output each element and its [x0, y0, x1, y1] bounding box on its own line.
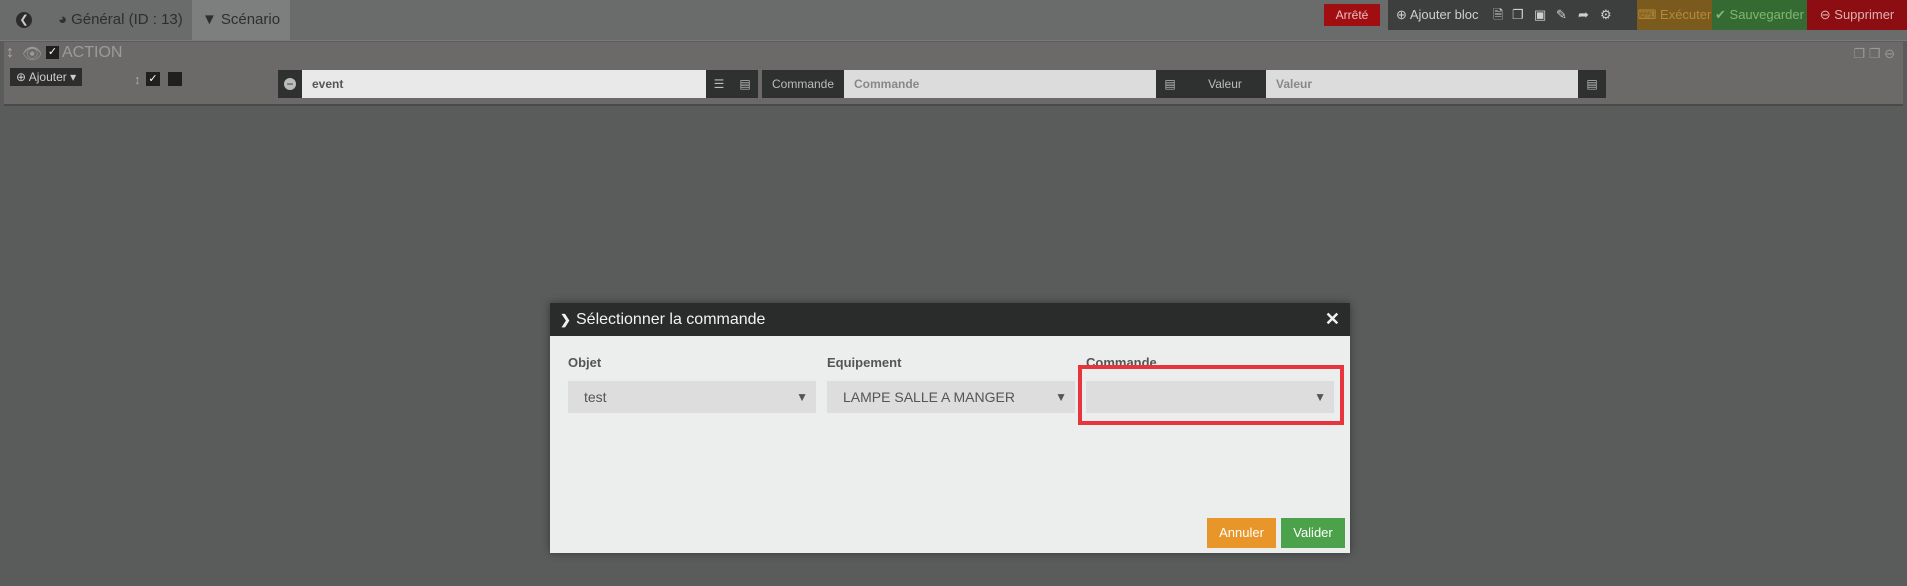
- caret-down-icon: ▼: [796, 390, 808, 404]
- add-block-button[interactable]: ⊕ Ajouter bloc: [1396, 0, 1478, 30]
- commande-label: Commande: [762, 70, 844, 98]
- plus-circle-icon: ⊕: [16, 70, 27, 84]
- objet-value: test: [584, 389, 607, 405]
- add-dropdown[interactable]: ⊕ Ajouter ▾: [10, 68, 82, 86]
- list-check-icon[interactable]: ☰: [706, 70, 732, 98]
- sub-option-checkbox[interactable]: [168, 72, 182, 86]
- check-circle-icon: ✔: [1715, 7, 1726, 22]
- equipement-select[interactable]: LAMPE SALLE A MANGER ▼: [827, 381, 1075, 413]
- plus-circle-icon: ⊕: [1396, 7, 1407, 22]
- select-value-icon[interactable]: ▤: [1578, 70, 1606, 98]
- block-tools: ❐ ❐ ⊖: [1854, 46, 1895, 62]
- edit-icon[interactable]: ✎: [1556, 0, 1567, 30]
- copy-icon[interactable]: ❐: [1512, 0, 1524, 30]
- enable-checkbox[interactable]: ✓: [46, 46, 59, 59]
- minus-circle-icon: −: [284, 78, 296, 90]
- close-icon[interactable]: ✕: [1325, 303, 1340, 336]
- remove-command-button[interactable]: −: [278, 70, 302, 98]
- cogs-icon[interactable]: ⚙: [1600, 0, 1612, 30]
- select-command-modal: ❯ Sélectionner la commande ✕ Objet test …: [550, 303, 1350, 553]
- eye-icon[interactable]: 👁: [22, 44, 42, 64]
- delete-label: Supprimer: [1834, 7, 1895, 22]
- add-dropdown-label: Ajouter: [28, 70, 67, 84]
- add-block-label: Ajouter bloc: [1409, 7, 1479, 22]
- dashboard-icon: ◕: [58, 11, 68, 28]
- execute-label: Exécuter: [1660, 7, 1712, 22]
- copy-block-icon[interactable]: ❐: [1854, 46, 1866, 61]
- action-block: ↕ 👁 ✓ ACTION ❐ ❐ ⊖ ⊕ Ajouter ▾ ↕ ✓ − eve…: [4, 42, 1903, 104]
- drag-handle-icon[interactable]: ↕: [134, 72, 141, 87]
- highlight-annotation: [1078, 365, 1344, 425]
- list-icon[interactable]: ▤: [732, 70, 758, 98]
- gamepad-icon: ⌨: [1637, 7, 1657, 22]
- tab-scenario-label: Scénario: [220, 11, 281, 28]
- filter-icon: ▼: [202, 11, 217, 28]
- share-icon[interactable]: ➦: [1578, 0, 1589, 30]
- back-icon[interactable]: ❮: [16, 12, 32, 28]
- image-icon[interactable]: ▣: [1534, 0, 1546, 30]
- caret-down-icon: ▾: [70, 70, 77, 84]
- objet-select[interactable]: test ▼: [568, 381, 816, 413]
- modal-title: Sélectionner la commande: [576, 311, 766, 328]
- select-command-icon[interactable]: ▤: [1156, 70, 1184, 98]
- commande-input[interactable]: Commande: [844, 70, 1156, 98]
- drag-handle-icon[interactable]: ↕: [6, 44, 14, 62]
- modal-header: ❯ Sélectionner la commande ✕: [550, 303, 1350, 336]
- validate-button[interactable]: Valider: [1281, 518, 1345, 548]
- tab-general[interactable]: ◕ Général (ID : 13): [48, 0, 193, 40]
- caret-down-icon: ▼: [1055, 390, 1067, 404]
- tab-general-label: Général (ID : 13): [71, 11, 183, 28]
- action-title: ACTION: [62, 44, 123, 61]
- equipement-label: Equipement: [827, 355, 902, 370]
- chevron-right-icon: ❯: [560, 312, 571, 327]
- command-input[interactable]: event: [302, 70, 706, 98]
- sub-enable-checkbox[interactable]: ✓: [146, 72, 160, 86]
- sub-controls: ↕ ✓: [134, 72, 182, 87]
- status-badge: Arrêté: [1324, 4, 1380, 26]
- minus-circle-icon: ⊖: [1819, 7, 1831, 22]
- command-row: − event ☰ ▤ Commande Commande ▤ Valeur V…: [278, 70, 1894, 98]
- equipement-value: LAMPE SALLE A MANGER: [843, 389, 1015, 405]
- paste-block-icon[interactable]: ❐: [1869, 46, 1881, 61]
- delete-button[interactable]: ⊖ Supprimer: [1807, 0, 1907, 30]
- save-button[interactable]: ✔ Sauvegarder: [1712, 0, 1807, 30]
- cancel-button[interactable]: Annuler: [1207, 518, 1276, 548]
- tab-scenario[interactable]: ▼ Scénario: [192, 0, 291, 40]
- execute-button[interactable]: ⌨ Exécuter: [1637, 0, 1712, 30]
- file-icon[interactable]: 🗎: [1493, 0, 1503, 30]
- valeur-input[interactable]: Valeur: [1266, 70, 1578, 98]
- top-bar: ❮ ◕ Général (ID : 13) ▼ Scénario Arrêté ⊕ …: [0, 0, 1907, 41]
- save-label: Sauvegarder: [1729, 7, 1804, 22]
- valeur-label: Valeur: [1184, 70, 1266, 98]
- objet-label: Objet: [568, 355, 602, 370]
- divider: [4, 104, 1903, 106]
- remove-block-icon[interactable]: ⊖: [1884, 46, 1895, 61]
